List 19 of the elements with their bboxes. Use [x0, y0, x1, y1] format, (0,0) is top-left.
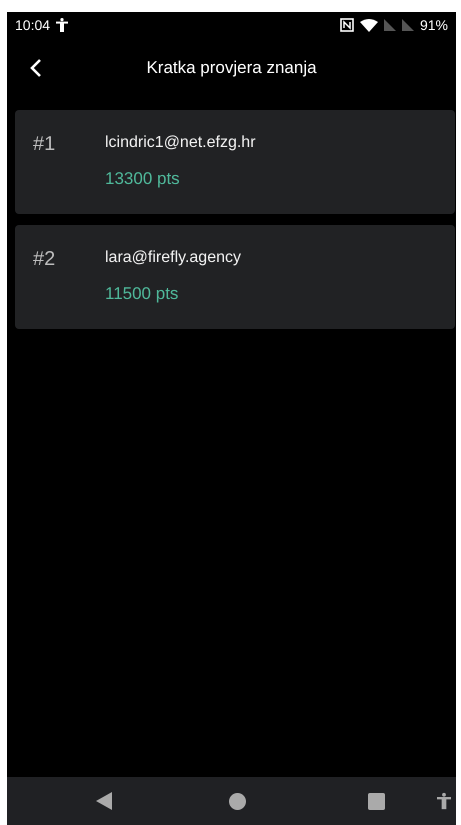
points-label: 11500 pts: [105, 283, 180, 305]
battery-level: 91%: [420, 17, 448, 33]
screen-title: Kratka provjera znanja: [146, 58, 317, 78]
rank-label: #1: [33, 132, 56, 156]
player-email: lcindric1@net.efzg.hr: [105, 133, 256, 153]
status-time: 10:04: [15, 17, 50, 33]
chevron-left-icon: [30, 58, 42, 78]
signal-icon: [402, 19, 414, 31]
recents-icon[interactable]: [368, 792, 385, 810]
points-label: 13300 pts: [105, 168, 181, 190]
signal-icon: [384, 19, 396, 31]
accessibility-icon: [56, 18, 68, 32]
wifi-icon: [360, 18, 378, 32]
player-email: lara@firefly.agency: [105, 248, 241, 268]
rank-label: #2: [33, 247, 56, 271]
home-icon[interactable]: [229, 792, 246, 810]
nfc-icon: [340, 18, 354, 32]
accessibility-icon[interactable]: [437, 792, 451, 810]
back-nav-icon[interactable]: [96, 792, 112, 810]
